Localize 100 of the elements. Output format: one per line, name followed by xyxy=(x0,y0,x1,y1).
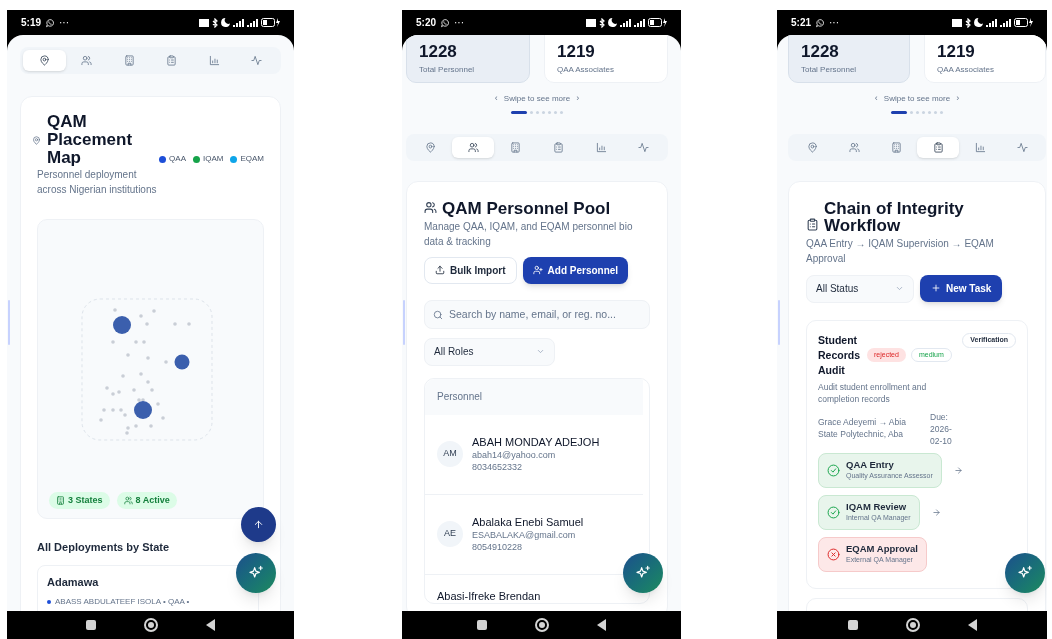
arrow-right-icon xyxy=(953,465,963,475)
personnel-phone: 8034652332 xyxy=(472,461,524,473)
stat-label: Total Personnel xyxy=(419,64,476,76)
whatsapp-icon xyxy=(440,17,450,28)
chevron-down-icon xyxy=(536,347,545,356)
back-button[interactable] xyxy=(206,619,215,631)
sparkles-icon xyxy=(1017,565,1033,581)
swipe-hint: Swipe to see more xyxy=(883,92,951,105)
status-time: 5:19 xyxy=(21,16,41,30)
recents-button[interactable] xyxy=(847,620,858,630)
stat-card[interactable]: 1228 Total Personnel xyxy=(406,35,530,83)
bar-chart-icon xyxy=(595,141,607,153)
tab[interactable] xyxy=(917,136,959,158)
signal-icon xyxy=(634,18,645,27)
filter-dropdown[interactable]: All Status xyxy=(806,274,914,303)
map-pin-icon xyxy=(424,141,436,153)
swipe-hint: Swipe to see more xyxy=(503,92,571,105)
stat-card[interactable]: 1219 QAA Associates xyxy=(544,35,668,83)
drawer-handle[interactable] xyxy=(778,300,780,345)
step-title: QAA Entry xyxy=(846,459,895,471)
bulk-import-button[interactable]: Bulk Import xyxy=(424,256,517,284)
stat-value: 1228 xyxy=(801,42,840,62)
map-pin-icon xyxy=(38,55,50,66)
legend-label: IQAM xyxy=(203,153,224,165)
whatsapp-icon xyxy=(815,17,825,28)
net-speed-icon xyxy=(586,18,596,27)
card-subtitle: Personnel deployment across Nigerian institutions xyxy=(37,168,157,197)
check-circle-icon xyxy=(827,505,840,519)
drawer-handle[interactable] xyxy=(403,300,405,345)
step-title: IQAM Review xyxy=(846,501,908,513)
filter-dropdown[interactable]: All Roles xyxy=(424,337,555,366)
legend-label: EQAM xyxy=(240,153,264,165)
badge-label: 3 States xyxy=(68,493,103,507)
map-pin-icon xyxy=(806,141,818,153)
clipboard-icon xyxy=(166,55,178,66)
building-icon xyxy=(123,55,135,66)
column-header: Personnel xyxy=(437,390,483,404)
tab[interactable] xyxy=(23,50,66,71)
search-field[interactable]: Search by name, email, or reg. no... xyxy=(424,299,650,329)
step-title: EQAM Approval xyxy=(846,543,918,555)
battery-icon xyxy=(648,18,667,27)
deployment-entry: ABASS ABDULATEEF ISOLA • QAA • xyxy=(55,596,190,608)
more-notifications: ··· xyxy=(59,16,69,30)
due-date: Due: 2026-02-10 xyxy=(930,410,953,447)
stat-value: 1219 xyxy=(557,42,596,62)
home-button[interactable] xyxy=(144,618,158,632)
moon-icon xyxy=(608,18,617,27)
more-notifications: ··· xyxy=(454,16,464,30)
arrow-up-icon xyxy=(253,519,264,530)
action-button[interactable]: New Task xyxy=(920,274,1003,302)
sparkles-icon xyxy=(248,565,264,581)
previous-button[interactable]: ‹ xyxy=(494,92,498,106)
card-subtitle: QAA Entry → IQAM Supervision → EQAM Approval xyxy=(806,236,995,266)
stat-card[interactable]: 1219 QAA Associates xyxy=(924,35,1046,83)
personnel-name: Abasi-Ifreke Brendan xyxy=(437,588,541,603)
status-time: 5:20 xyxy=(416,16,436,30)
home-button[interactable] xyxy=(905,618,920,632)
back-button[interactable] xyxy=(967,619,977,631)
personnel-row[interactable]: AM ABAH MONDAY ADEJOH abah14@yahoo.com 8034652332 xyxy=(425,414,643,495)
check-circle-icon xyxy=(827,463,840,477)
building-icon xyxy=(56,496,65,505)
arrow-right-icon xyxy=(931,507,941,517)
activity-icon xyxy=(1016,141,1028,153)
card-subtitle: Manage QAA, IQAM, and EQAM personnel bio data & tracking xyxy=(424,219,634,249)
activity-icon xyxy=(638,141,650,153)
bluetooth-icon xyxy=(965,17,971,28)
home-button[interactable] xyxy=(535,618,549,632)
activity-icon xyxy=(251,55,263,66)
card-title: QAM Personnel Pool xyxy=(442,199,611,217)
task-description: Audit student enrollment and completion records xyxy=(818,380,928,405)
card-title: QAM Placement Map xyxy=(47,113,134,167)
users-icon xyxy=(81,55,93,66)
previous-button[interactable]: ‹ xyxy=(874,92,878,106)
recents-button[interactable] xyxy=(86,620,96,630)
back-button[interactable] xyxy=(597,619,606,631)
next-button[interactable]: › xyxy=(576,92,580,106)
card-title: Chain of Integrity Workflow xyxy=(824,199,965,234)
signal-icon xyxy=(1000,18,1011,27)
status-time: 5:21 xyxy=(791,16,811,30)
personnel-email: abah14@yahoo.com xyxy=(472,449,557,461)
drawer-handle[interactable] xyxy=(8,300,10,345)
action-button[interactable]: Add Personnel xyxy=(522,256,629,284)
battery-icon xyxy=(1014,18,1033,27)
signal-icon xyxy=(233,18,244,27)
clipboard-icon xyxy=(932,141,944,153)
personnel-name: ABAH MONDAY ADEJOH xyxy=(472,435,600,449)
personnel-email: ESABALAKA@gmail.com xyxy=(472,529,577,541)
moon-icon xyxy=(974,18,983,27)
moon-icon xyxy=(221,18,230,27)
stat-card[interactable]: 1228 Total Personnel xyxy=(788,35,910,83)
section-title: All Deployments by State xyxy=(37,540,171,555)
signal-icon xyxy=(247,18,258,27)
task-title: Student Records Audit xyxy=(818,332,861,378)
tab[interactable] xyxy=(451,136,495,158)
stat-value: 1228 xyxy=(419,42,458,62)
recents-button[interactable] xyxy=(477,620,487,630)
next-button[interactable]: › xyxy=(956,92,960,106)
plus-icon xyxy=(931,283,941,293)
avatar: AE xyxy=(437,521,463,547)
signal-icon xyxy=(986,18,997,27)
